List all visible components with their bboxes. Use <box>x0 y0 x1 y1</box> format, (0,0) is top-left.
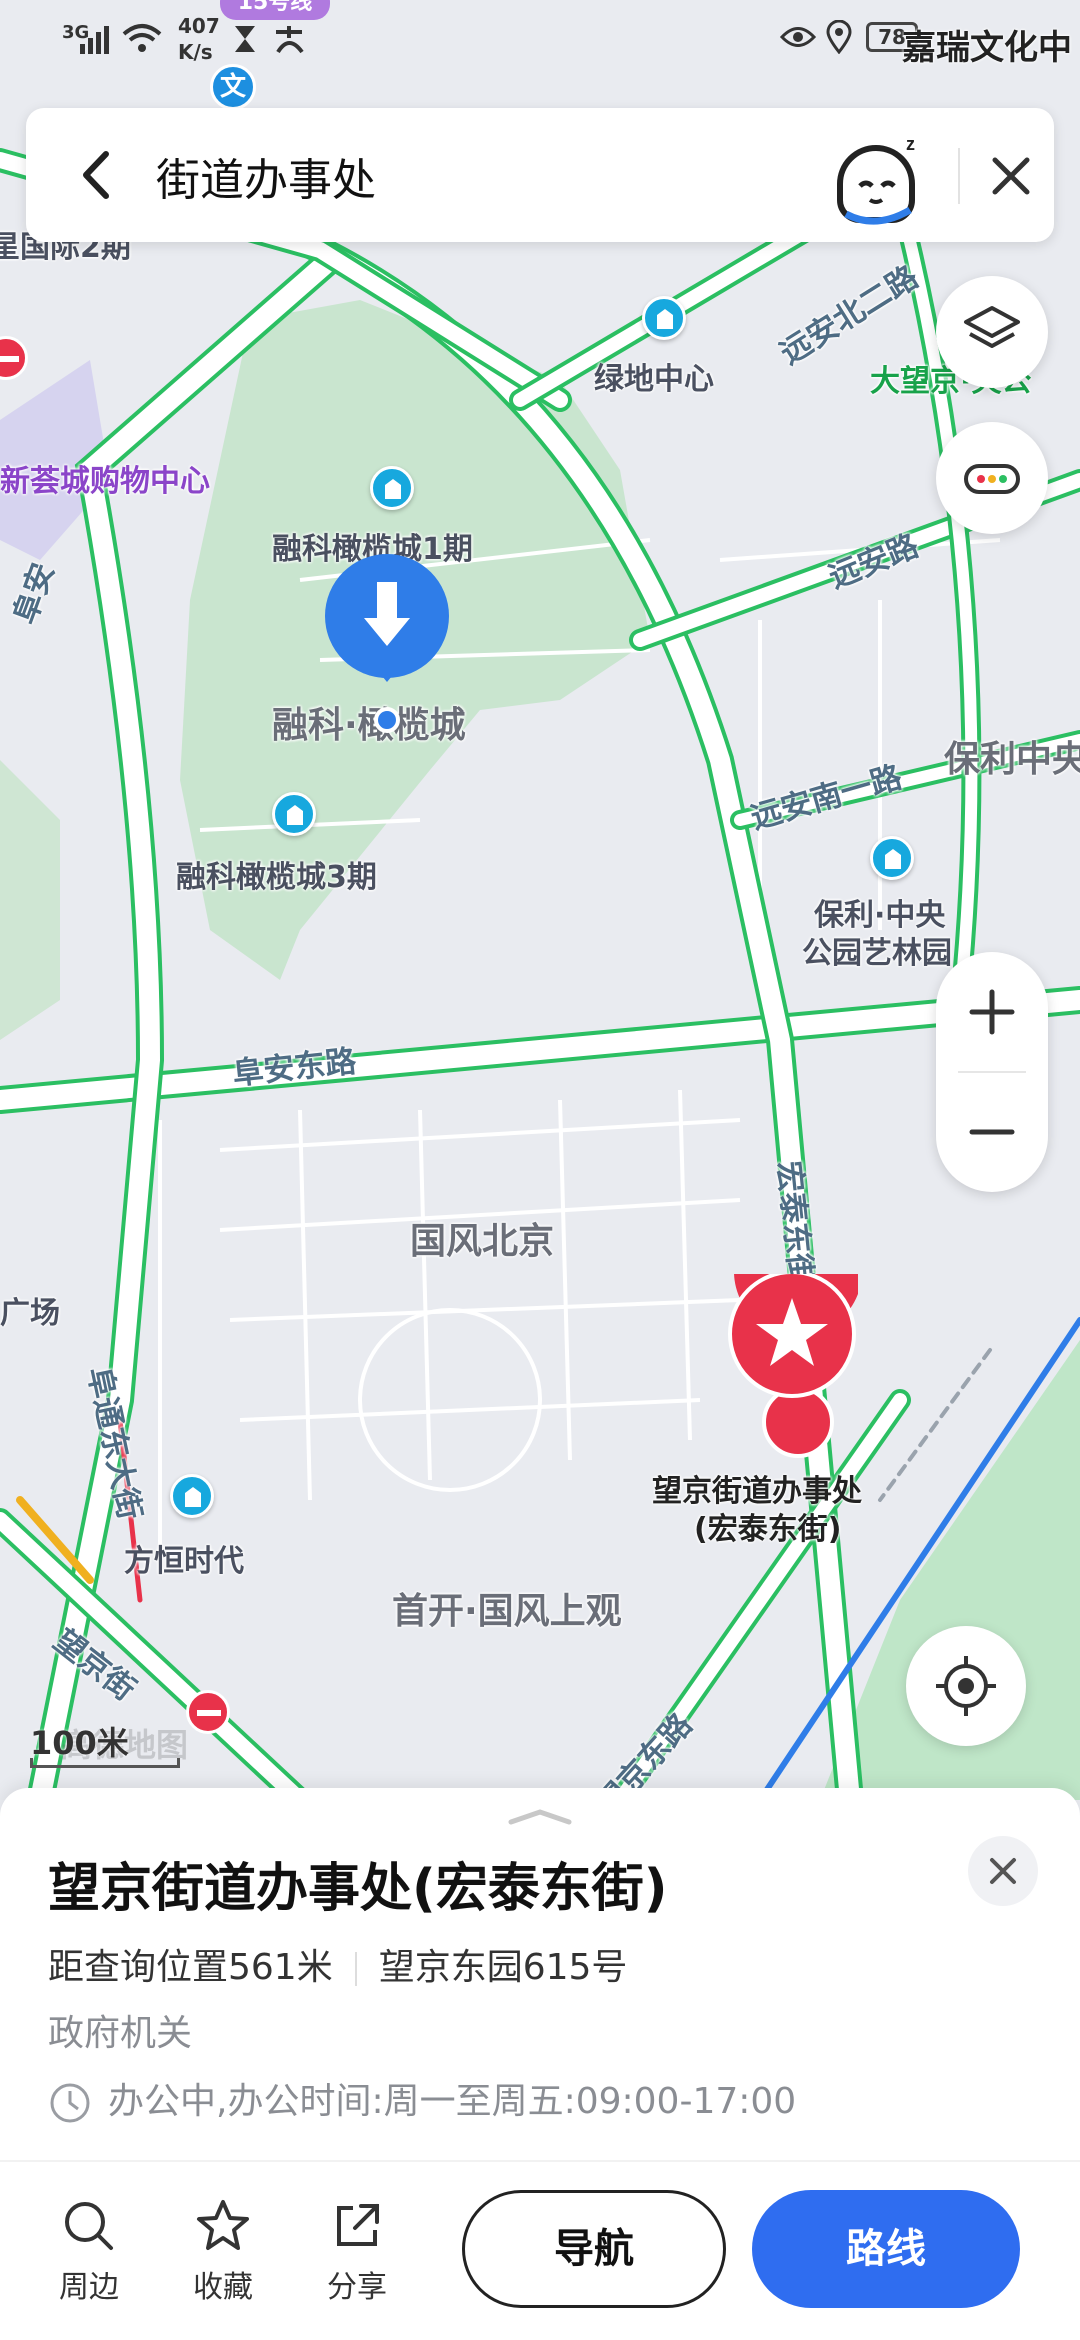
toolbox-icon <box>964 464 1020 494</box>
map-label: 首开·国风上观 <box>392 1591 622 1632</box>
map-label[interactable]: 融科橄榄城3期 <box>176 852 377 896</box>
map-view[interactable]: 星国际2期 新荟城购物中心 阜安 绿地中心 远安北二路 大望京·央公 融科橄榄城… <box>0 0 1080 1800</box>
zoom-out-icon[interactable] <box>936 1072 1048 1192</box>
poi-ronke1-icon[interactable] <box>370 466 414 510</box>
map-label[interactable]: 绿地中心 <box>594 354 714 398</box>
share-label: 分享 <box>327 2270 387 2305</box>
star-icon <box>197 2200 249 2250</box>
selected-place-marker-icon[interactable] <box>726 1274 858 1464</box>
hourglass-icon <box>235 26 255 52</box>
share-button[interactable]: 分享 <box>302 2198 412 2306</box>
nearby-button[interactable]: 周边 <box>34 2198 144 2306</box>
svg-text:z: z <box>906 134 915 154</box>
place-distance: 距查询位置561米 <box>48 1947 333 1988</box>
zoom-control <box>936 952 1048 1192</box>
zoom-in-icon[interactable] <box>936 952 1048 1072</box>
navigate-button[interactable]: 导航 <box>462 2190 726 2308</box>
route-button[interactable]: 路线 <box>752 2190 1020 2308</box>
meta-divider <box>354 1952 357 1986</box>
close-icon <box>990 1858 1016 1884</box>
search-icon <box>65 2202 113 2250</box>
poi-fangheng-icon[interactable] <box>170 1474 214 1518</box>
place-title: 望京街道办事处(宏泰东街) <box>48 1859 668 1919</box>
status-bar: 3G 407 K/s 15号线 文 78 嘉瑞文化中 <box>0 0 1080 110</box>
place-hours: 办公中,办公时间:周一至周五:09:00-17:00 <box>108 2081 797 2122</box>
layers-button[interactable] <box>936 276 1048 388</box>
place-meta: 距查询位置561米 望京东园615号 <box>48 1938 627 1990</box>
map-label: 广场 <box>0 1296 60 1331</box>
wifi-icon <box>122 24 162 52</box>
location-status-icon <box>826 20 852 54</box>
nearby-label: 周边 <box>59 2270 119 2305</box>
layers-icon <box>964 306 1020 348</box>
scale-bar <box>30 1758 180 1768</box>
poi-lvdi-icon[interactable] <box>642 296 686 340</box>
favorite-button[interactable]: 收藏 <box>168 2198 278 2306</box>
clock-icon <box>50 2083 90 2123</box>
place-hours-row: 办公中,办公时间:周一至周五:09:00-17:00 <box>48 2072 796 2125</box>
no-entry-icon <box>186 1690 230 1734</box>
poi-ronke3-icon[interactable] <box>272 792 316 836</box>
search-divider <box>958 148 960 204</box>
map-label[interactable]: 新荟城购物中心 <box>0 456 210 500</box>
metro-line-badge[interactable]: 15号线 <box>220 0 330 20</box>
network-speed-unit: K/s <box>178 40 213 64</box>
map-label[interactable]: 方恒时代 <box>124 1536 244 1580</box>
poi-poly-icon[interactable] <box>870 836 914 880</box>
search-bar[interactable]: 街道办事处 z <box>26 108 1054 242</box>
my-location-button[interactable] <box>906 1626 1026 1746</box>
map-label: 保利中央 <box>944 739 1080 780</box>
sheet-handle-icon[interactable] <box>505 1806 575 1826</box>
payment-icon <box>276 26 304 54</box>
share-icon <box>337 2204 379 2246</box>
close-icon[interactable] <box>981 146 1041 206</box>
place-category: 政府机关 <box>48 2013 193 2054</box>
map-scale: 100米 <box>30 1718 180 1768</box>
metro-station-icon[interactable]: 文 <box>210 64 256 110</box>
map-label[interactable]: 公园艺林园 <box>802 928 952 972</box>
locate-icon <box>936 1656 996 1716</box>
search-query-text[interactable]: 街道办事处 <box>156 144 376 208</box>
network-speed: 407 <box>178 14 220 38</box>
top-right-map-label: 嘉瑞文化中 <box>902 28 1072 68</box>
assistant-robot-icon[interactable]: z <box>826 130 926 226</box>
favorite-label: 收藏 <box>193 2270 253 2305</box>
toolbox-button[interactable] <box>936 422 1048 534</box>
sheet-close-button[interactable] <box>968 1836 1038 1906</box>
query-location-marker-icon[interactable] <box>320 554 454 734</box>
eye-icon <box>780 27 816 47</box>
place-address: 望京东园615号 <box>378 1947 628 1988</box>
map-label: 国风北京 <box>410 1221 555 1262</box>
signal-icon <box>80 26 109 54</box>
back-chevron-icon[interactable] <box>66 142 126 208</box>
target-label[interactable]: (宏泰东街) <box>694 1504 841 1548</box>
